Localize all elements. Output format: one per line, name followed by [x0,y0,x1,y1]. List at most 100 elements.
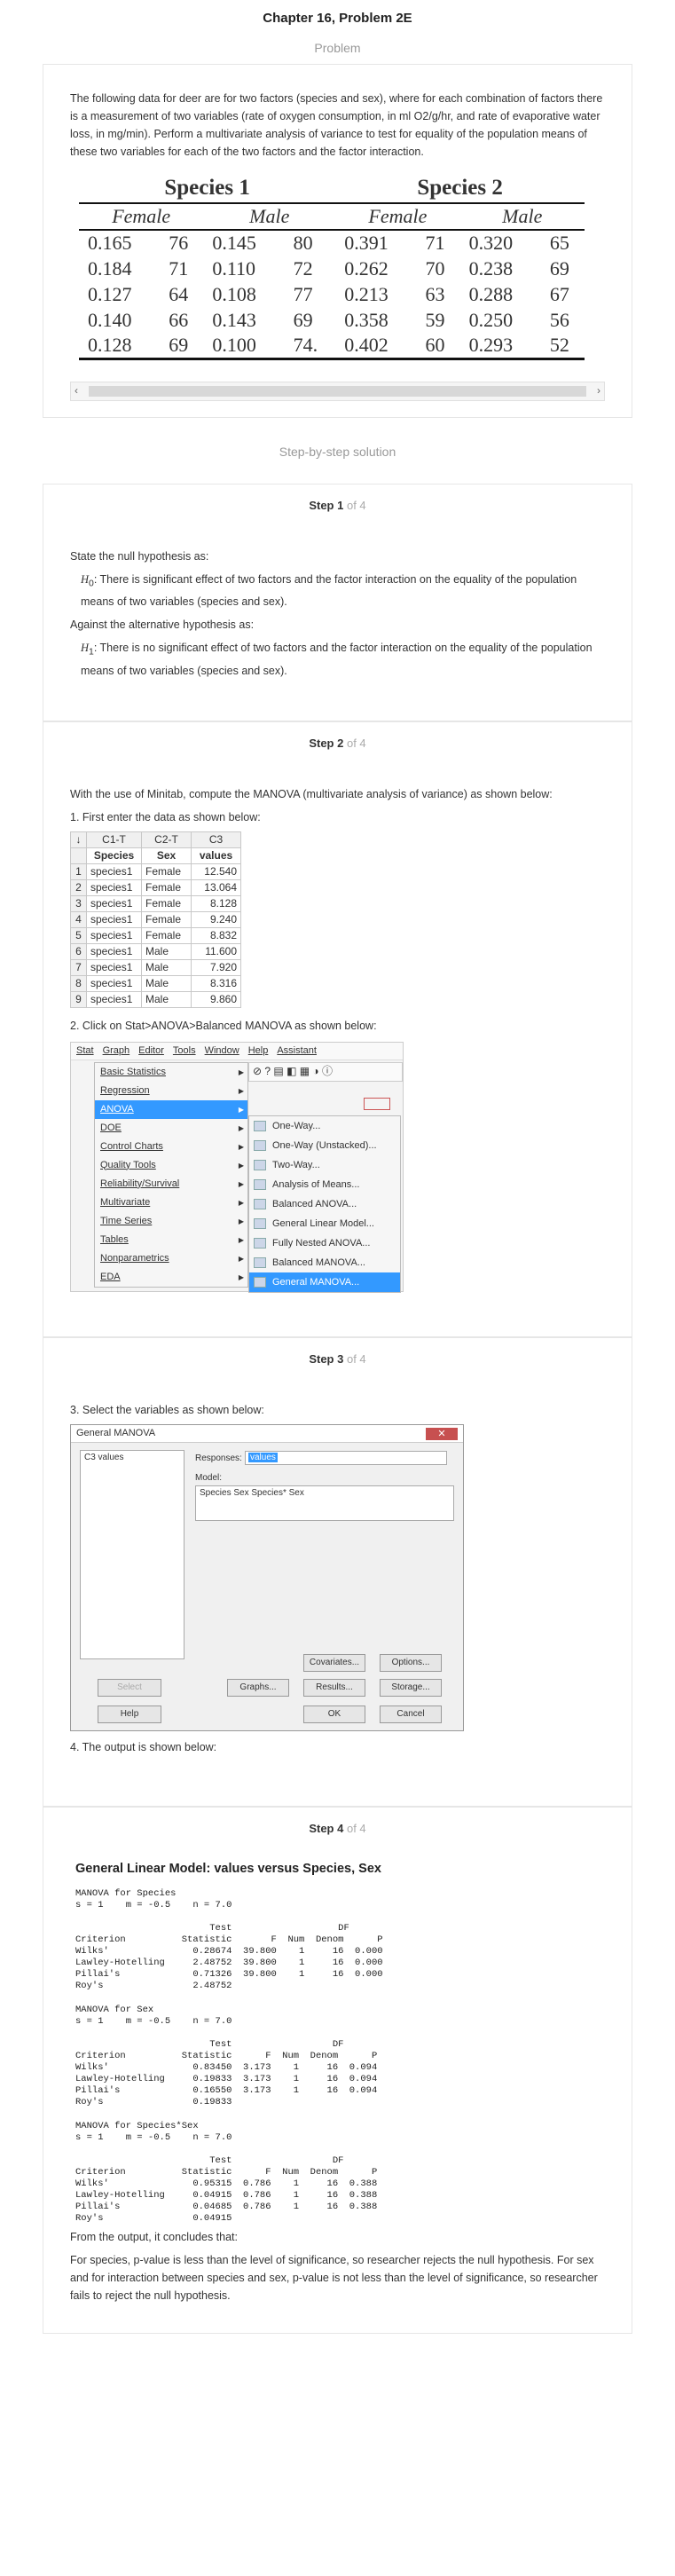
covariates-button[interactable]: Covariates... [303,1653,365,1672]
stat-menu-item[interactable]: Quality Tools ▶ [95,1156,247,1175]
ws-row[interactable]: 2 species1 Female 13.064 [70,878,241,896]
select-button[interactable]: Select [98,1678,161,1697]
model-input[interactable]: Species Sex Species* Sex [195,1485,454,1521]
ws-row-index[interactable]: 2 [70,878,87,896]
ws-row-index[interactable]: 8 [70,974,87,992]
anova-menu-item[interactable]: Balanced MANOVA... [249,1253,400,1272]
ws-row[interactable]: 4 species1 Female 9.240 [70,910,241,928]
ws-cell[interactable]: 12.540 [191,863,241,880]
stat-menu-item[interactable]: Tables ▶ [95,1231,247,1249]
ws-cell[interactable]: 8.832 [191,926,241,944]
ws-cell[interactable]: 9.860 [191,990,241,1008]
menubar-item[interactable]: Graph [103,1045,130,1057]
stat-menu-item[interactable]: Reliability/Survival ▶ [95,1175,247,1193]
ws-cell[interactable]: Male [141,990,192,1008]
close-icon[interactable]: ✕ [426,1427,458,1440]
anova-menu-item[interactable]: One-Way... [249,1116,400,1136]
menubar-item[interactable]: Help [248,1045,269,1057]
ws-col-name[interactable]: Species [86,847,142,864]
anova-menu-item[interactable]: Analysis of Means... [249,1175,400,1194]
ws-row-index[interactable]: 3 [70,894,87,912]
ws-cell[interactable]: 7.920 [191,958,241,976]
menubar-item[interactable]: Stat [76,1045,94,1057]
anova-menu-item[interactable]: General MANOVA... [249,1272,400,1292]
results-button[interactable]: Results... [303,1678,365,1697]
ws-row[interactable]: 6 species1 Male 11.600 [70,942,241,960]
ws-cell[interactable]: 8.128 [191,894,241,912]
horizontal-scrollbar[interactable]: ‹ › [70,381,605,401]
ws-cell[interactable]: Male [141,974,192,992]
scrollbar-thumb[interactable] [89,385,586,397]
stat-menu-item[interactable]: DOE ▶ [95,1119,247,1138]
ws-cell[interactable]: species1 [86,942,142,960]
storage-button[interactable]: Storage... [380,1678,442,1697]
stat-menu-item[interactable]: Multivariate ▶ [95,1193,247,1212]
ws-cell[interactable]: species1 [86,990,142,1008]
ws-col-header[interactable]: C2-T [141,831,192,848]
ws-row[interactable]: 5 species1 Female 8.832 [70,926,241,944]
ws-row[interactable]: 3 species1 Female 8.128 [70,894,241,912]
cancel-button[interactable]: Cancel [380,1705,442,1723]
ws-row[interactable]: 1 species1 Female 12.540 [70,863,241,880]
ws-cell[interactable]: species1 [86,958,142,976]
help-button[interactable]: Help [98,1705,161,1723]
ws-row-index[interactable]: 1 [70,863,87,880]
menubar-item[interactable]: Editor [138,1045,164,1057]
options-button[interactable]: Options... [380,1653,442,1672]
ws-cell[interactable]: 9.240 [191,910,241,928]
variable-item[interactable]: C3 values [84,1453,123,1462]
menubar-item[interactable]: Window [205,1045,239,1057]
ws-row-index[interactable]: 5 [70,926,87,944]
ws-cell[interactable]: species1 [86,910,142,928]
graphs-button[interactable]: Graphs... [227,1678,289,1697]
ws-cell[interactable]: species1 [86,926,142,944]
ws-cell[interactable]: 13.064 [191,878,241,896]
ws-cell[interactable]: species1 [86,878,142,896]
ok-button[interactable]: OK [303,1705,365,1723]
ws-row[interactable]: 7 species1 Male 7.920 [70,958,241,976]
anova-menu-item[interactable]: One-Way (Unstacked)... [249,1136,400,1155]
ws-row-index[interactable]: 4 [70,910,87,928]
ws-row-index[interactable]: 9 [70,990,87,1008]
ws-cell[interactable]: Female [141,926,192,944]
anova-menu-item[interactable]: Fully Nested ANOVA... [249,1233,400,1253]
anova-menu-item[interactable]: Balanced ANOVA... [249,1194,400,1214]
ws-row[interactable]: 9 species1 Male 9.860 [70,990,241,1008]
stat-menu-item[interactable]: Control Charts ▶ [95,1138,247,1156]
ws-row-index[interactable]: 7 [70,958,87,976]
anova-menu-item[interactable]: Two-Way... [249,1155,400,1175]
ws-col-name[interactable]: values [191,847,241,864]
ws-cell[interactable]: Female [141,894,192,912]
stat-menu-item[interactable]: Regression ▶ [95,1082,247,1100]
ws-row[interactable]: 8 species1 Male 8.316 [70,974,241,992]
ws-col-name[interactable]: Sex [141,847,192,864]
dropdown-icon[interactable] [364,1097,390,1110]
ws-cell[interactable]: 8.316 [191,974,241,992]
stat-menu-item[interactable]: Basic Statistics ▶ [95,1063,247,1082]
stat-menu-item[interactable]: EDA ▶ [95,1268,247,1287]
ws-cell[interactable]: 11.600 [191,942,241,960]
ws-cell[interactable]: Male [141,942,192,960]
ws-corner-icon[interactable]: ↓ [70,831,87,848]
ws-cell[interactable]: Female [141,878,192,896]
responses-input[interactable]: values [245,1450,447,1465]
stat-menu-item[interactable]: Time Series ▶ [95,1212,247,1231]
ws-col-header[interactable]: C3 [191,831,241,848]
minitab-worksheet[interactable]: ↓ C1-T C2-T C3 Species Sex values 1 speci… [70,831,241,1008]
scroll-left-icon[interactable]: ‹ [75,384,78,397]
variable-list[interactable]: C3 values [80,1449,184,1659]
ws-cell[interactable]: species1 [86,863,142,880]
ws-cell[interactable]: Female [141,863,192,880]
scroll-right-icon[interactable]: › [597,384,600,397]
ws-cell[interactable]: Male [141,958,192,976]
anova-menu-item[interactable]: General Linear Model... [249,1214,400,1233]
ws-cell[interactable]: Female [141,910,192,928]
menubar-item[interactable]: Assistant [277,1045,317,1057]
ws-cell[interactable]: species1 [86,974,142,992]
stat-menu-item[interactable]: Nonparametrics ▶ [95,1249,247,1268]
stat-menu-item[interactable]: ANOVA ▶ [95,1099,247,1119]
ws-row-index[interactable]: 6 [70,942,87,960]
ws-col-header[interactable]: C1-T [86,831,142,848]
ws-cell[interactable]: species1 [86,894,142,912]
menubar-item[interactable]: Tools [173,1045,196,1057]
